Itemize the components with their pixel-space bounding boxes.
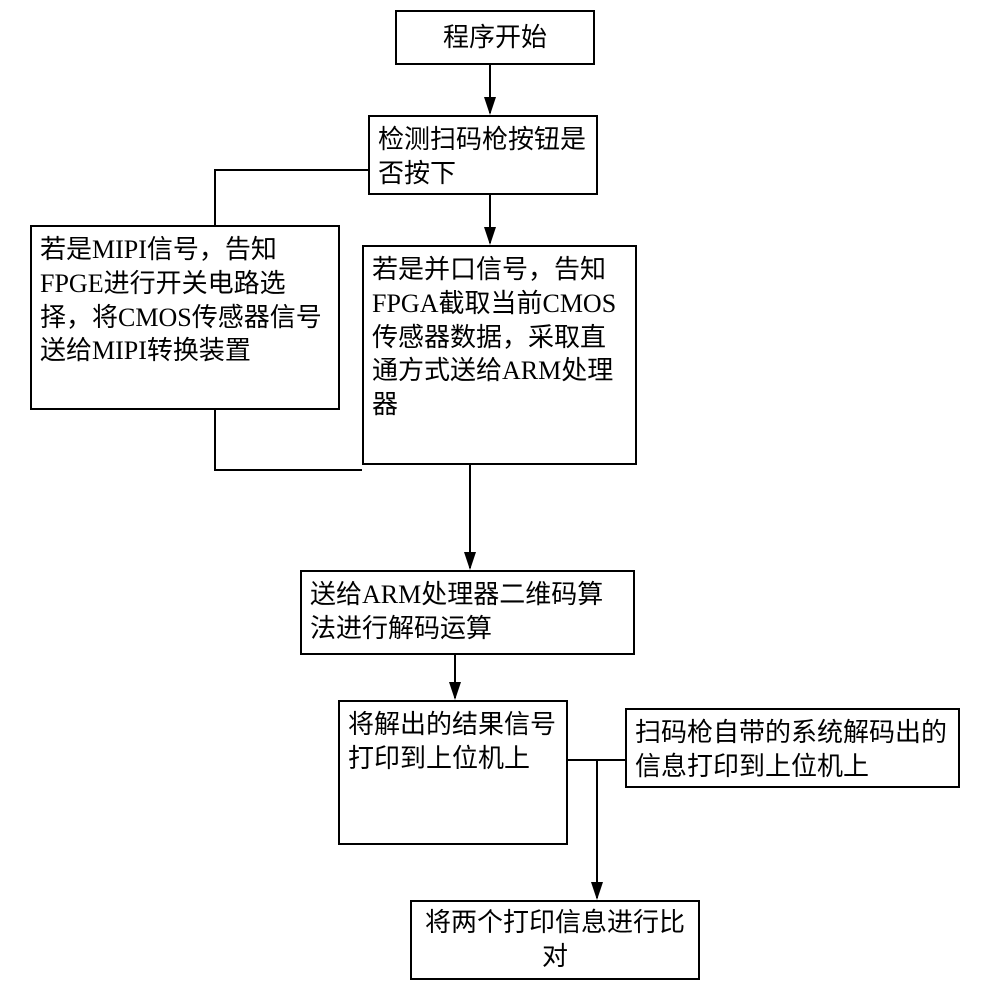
node-label: 扫码枪自带的系统解码出的信息打印到上位机上 bbox=[635, 716, 950, 784]
node-label: 送给ARM处理器二维码算法进行解码运算 bbox=[310, 578, 625, 646]
flowchart-decision-node-scan-button: 检测扫码枪按钮是否按下 bbox=[368, 115, 598, 195]
edge-n3-merge bbox=[215, 410, 362, 470]
flowchart-end-node-compare: 将两个打印信息进行比对 bbox=[410, 900, 700, 980]
flowchart-branch-node-mipi: 若是MIPI信号，告知FPGE进行开关电路选择，将CMOS传感器信号送给MIPI… bbox=[30, 225, 340, 410]
node-label: 若是并口信号，告知FPGA截取当前CMOS传感器数据，采取直通方式送给ARM处理… bbox=[372, 253, 627, 422]
node-label: 检测扫码枪按钮是否按下 bbox=[378, 123, 588, 191]
flowchart-process-node-scanner-print: 扫码枪自带的系统解码出的信息打印到上位机上 bbox=[625, 708, 960, 788]
node-label: 若是MIPI信号，告知FPGE进行开关电路选择，将CMOS传感器信号送给MIPI… bbox=[40, 233, 330, 368]
node-label: 程序开始 bbox=[443, 21, 547, 55]
flowchart-process-node-arm-decode: 送给ARM处理器二维码算法进行解码运算 bbox=[300, 570, 635, 655]
node-label: 将两个打印信息进行比对 bbox=[420, 906, 690, 974]
edge-n2-n3 bbox=[215, 170, 368, 225]
flowchart-process-node-print-result: 将解出的结果信号打印到上位机上 bbox=[338, 700, 568, 845]
flowchart-branch-node-parallel: 若是并口信号，告知FPGA截取当前CMOS传感器数据，采取直通方式送给ARM处理… bbox=[362, 245, 637, 465]
node-label: 将解出的结果信号打印到上位机上 bbox=[348, 708, 558, 776]
flowchart-start-node: 程序开始 bbox=[395, 10, 595, 65]
